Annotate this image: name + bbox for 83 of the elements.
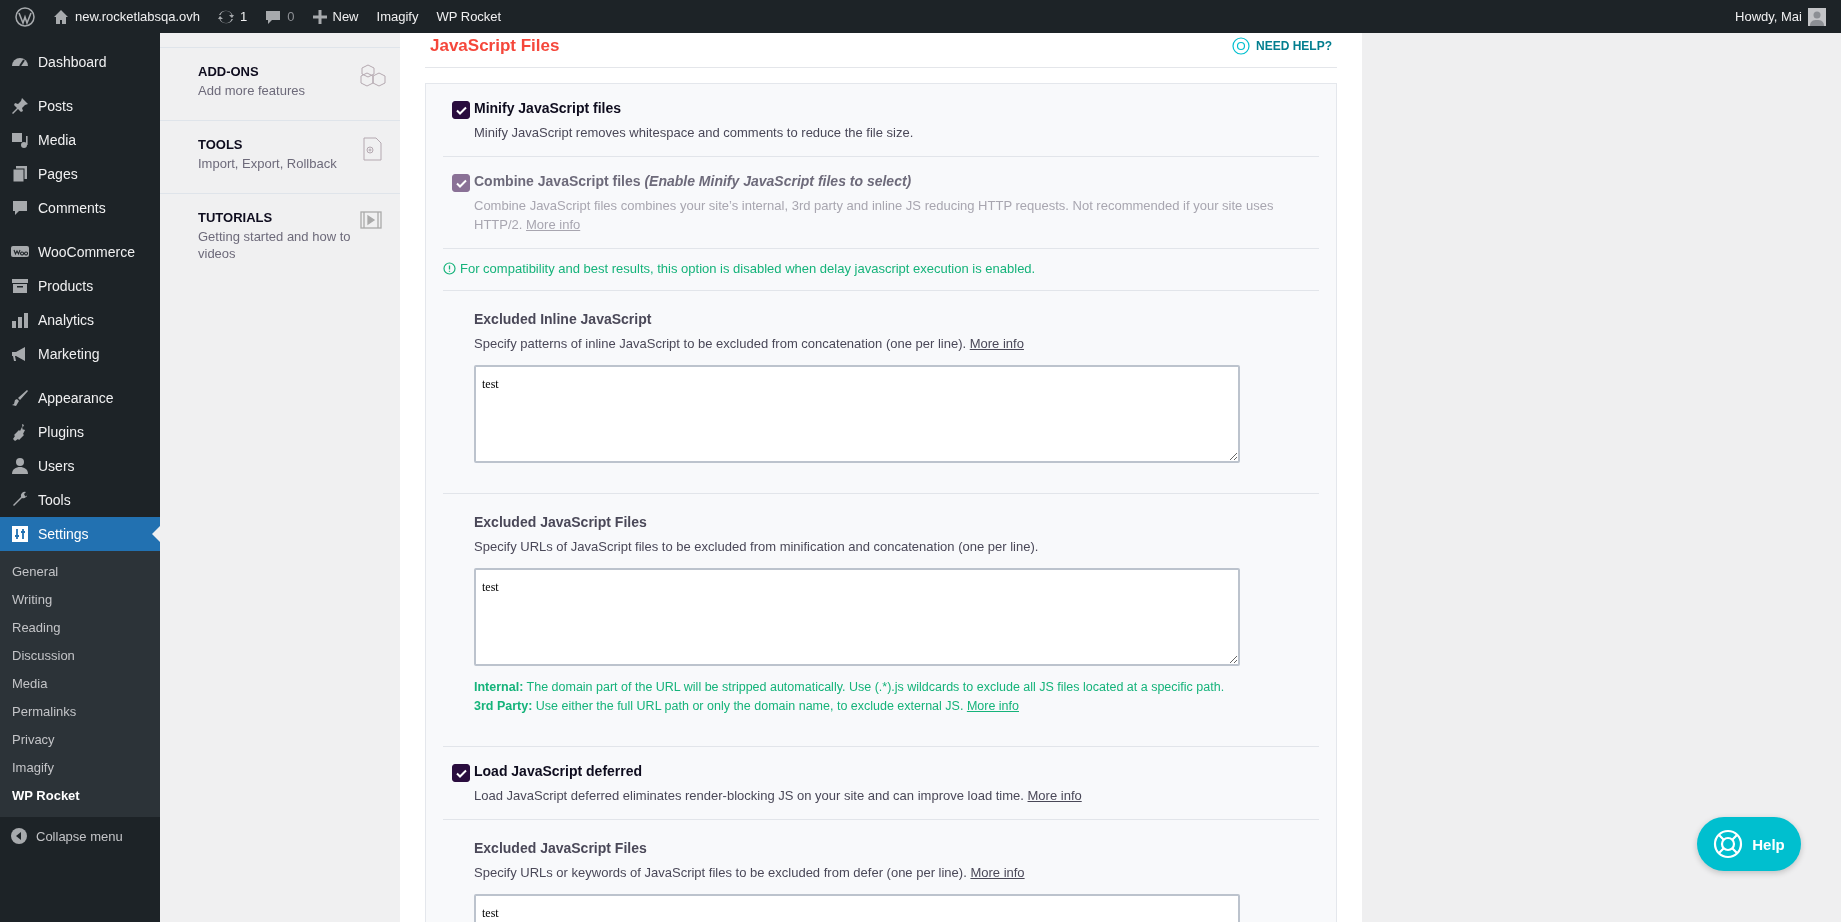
exclusion-textarea[interactable]: test (474, 568, 1240, 666)
option-description: Load JavaScript deferred eliminates render-blocking JS on your site and can improve load time. More info (474, 787, 1083, 805)
toolbar-link[interactable]: Imagify (367, 0, 428, 33)
submenu-item[interactable]: WP Rocket (0, 782, 160, 810)
nav-subtitle: Import, Export, Rollback (198, 155, 338, 172)
bar-chart-icon (10, 310, 30, 330)
section-title: JavaScript Files (430, 36, 561, 56)
photo-music-icon (10, 130, 30, 150)
submenu-item[interactable]: Permalinks (0, 698, 160, 726)
checkbox[interactable] (452, 101, 470, 119)
field-description: Specify URLs or keywords of JavaScript files to be excluded from defer (one per line). More info (474, 864, 1026, 882)
sidebar-item[interactable]: Posts (0, 89, 160, 123)
sidebar-item[interactable]: WooCommerce (0, 235, 160, 269)
sidebar-item[interactable]: Pages (0, 157, 160, 191)
more-info-link[interactable]: More info (970, 865, 1025, 880)
exclusion-textarea[interactable]: test (474, 894, 1240, 922)
account-link[interactable]: Howdy, Mai (1726, 0, 1835, 33)
info-icon (443, 262, 456, 275)
nav-title[interactable]: TUTORIALS (198, 210, 352, 225)
speech-bubble-icon (265, 8, 282, 25)
field-title: Excluded Inline JavaScript (474, 311, 653, 327)
archive-box-icon (10, 276, 30, 296)
sidebar-item[interactable]: Dashboard (0, 45, 160, 79)
submenu-item[interactable]: Reading (0, 614, 160, 642)
sidebar-item[interactable]: Comments (0, 191, 160, 225)
field-description: Specify URLs of JavaScript files to be excluded from minification and concatenation (one per line). (474, 538, 1040, 556)
option-title: Combine JavaScript files (Enable Minify JavaScript files to select) (474, 173, 913, 189)
new-link[interactable]: New (303, 0, 368, 33)
field-title: Excluded JavaScript Files (474, 840, 648, 856)
speech-bubble-icon (10, 198, 30, 218)
exclusion-textarea[interactable]: test (474, 365, 1240, 463)
need-help-link[interactable]: NEED HELP? (1232, 37, 1332, 55)
submenu-item[interactable]: Discussion (0, 642, 160, 670)
nav-subtitle: Getting started and how to videos (198, 228, 352, 262)
site-name-link[interactable]: new.rocketlabsqa.ovh (44, 0, 210, 33)
notice-text: For compatibility and best results, this option is disabled when delay javascript execution is enabled. (460, 261, 1036, 276)
sidebar-item[interactable]: Analytics (0, 303, 160, 337)
sidebar-item[interactable]: Settings (0, 517, 160, 551)
refresh-icon (218, 8, 235, 25)
field-title: Excluded JavaScript Files (474, 514, 648, 530)
nav-title[interactable]: ADD-ONS (198, 64, 352, 79)
home-icon (53, 8, 69, 25)
option-description: Combine JavaScript files combines your site’s internal, 3rd party and inline JS reducing HTTP requests. Not recommended if your site uses HTTP/2. More info (474, 197, 1275, 234)
option-title: Minify JavaScript files (474, 100, 623, 116)
help-note: 3rd Party: Use either the full URL path or only the domain name, to exclude external JS. More info (474, 698, 1020, 715)
help-note: Internal: The domain part of the URL will be stripped automatically. Use (.*).js wildcards to exclude all JS files located at a specific path. (474, 679, 1226, 696)
sidebar-item[interactable]: Appearance (0, 381, 160, 415)
collapse-menu-button[interactable]: Collapse menu (0, 817, 160, 855)
pin-icon (10, 96, 30, 116)
sidebar-item[interactable]: Products (0, 269, 160, 303)
lifebuoy-icon (1232, 37, 1250, 55)
nav-title[interactable]: TOOLS (198, 137, 352, 152)
person-icon (10, 456, 30, 476)
submenu-item[interactable]: Writing (0, 586, 160, 614)
submenu-item[interactable]: Media (0, 670, 160, 698)
updates-link[interactable]: 1 (209, 0, 257, 33)
sidebar-item[interactable]: Marketing (0, 337, 160, 371)
field-description: Specify patterns of inline JavaScript to be excluded from concatenation (one per line). More info (474, 335, 1025, 353)
check-icon (455, 768, 467, 778)
more-info-link[interactable]: More info (1027, 788, 1082, 803)
submenu-item[interactable]: Imagify (0, 754, 160, 782)
checkbox[interactable] (452, 764, 470, 782)
more-info-link[interactable]: More info (969, 336, 1024, 351)
sidebar-item[interactable]: Tools (0, 483, 160, 517)
option-title: Load JavaScript deferred (474, 763, 644, 779)
check-icon (455, 178, 467, 188)
paintbrush-icon (10, 388, 30, 408)
pages-icon (10, 164, 30, 184)
option-description: Minify JavaScript removes whitespace and comments to reduce the file size. (474, 124, 915, 142)
sidebar-item[interactable]: Media (0, 123, 160, 157)
toolbar-link[interactable]: WP Rocket (427, 0, 511, 33)
plus-icon (312, 9, 327, 24)
nav-subtitle: Add more features (198, 82, 306, 99)
sliders-icon (10, 524, 30, 544)
sidebar-item[interactable]: Users (0, 449, 160, 483)
comments-link[interactable]: 0 (256, 0, 304, 33)
cubes-icon (360, 64, 386, 88)
submenu-item[interactable]: General (0, 558, 160, 586)
check-icon (455, 105, 467, 115)
wordpress-logo-icon[interactable] (15, 6, 35, 27)
sidebar-item[interactable]: Plugins (0, 415, 160, 449)
lifebuoy-icon (1713, 829, 1744, 859)
submenu-item[interactable]: Privacy (0, 726, 160, 754)
